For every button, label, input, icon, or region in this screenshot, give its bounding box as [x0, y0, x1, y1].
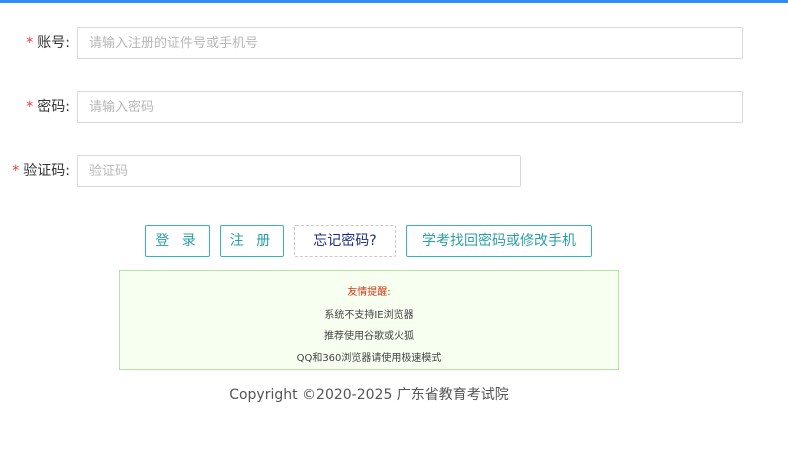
captcha-label-col: * 验证码:	[0, 155, 70, 187]
forgot-password-button[interactable]: 忘记密码?	[294, 225, 396, 257]
login-button[interactable]: 登 录	[145, 225, 210, 257]
password-label: * 密码:	[26, 91, 70, 123]
notice-line: QQ和360浏览器请使用极速模式	[296, 353, 442, 364]
account-input[interactable]	[77, 27, 743, 59]
notice-title: 友情提醒:	[347, 287, 391, 298]
password-input[interactable]	[77, 91, 743, 123]
password-row: * 密码:	[0, 91, 788, 123]
captcha-label-text: 验证码:	[23, 163, 70, 179]
account-label-text: 账号:	[37, 35, 70, 51]
captcha-row: * 验证码:	[0, 155, 788, 187]
password-label-text: 密码:	[37, 99, 70, 115]
account-label: * 账号:	[26, 27, 70, 59]
captcha-label: * 验证码:	[12, 155, 70, 187]
recover-password-button[interactable]: 学考找回密码或修改手机	[406, 225, 592, 257]
notice-line: 系统不支持IE浏览器	[324, 310, 414, 321]
account-row: * 账号:	[0, 27, 788, 59]
captcha-input[interactable]	[77, 155, 521, 187]
required-mark: *	[26, 35, 34, 51]
required-mark: *	[12, 163, 20, 179]
login-page: *账号: *密码: *验证码: 登 录 注 册 忘记密码? 学考找回密码或修改手…	[0, 0, 788, 461]
required-mark: *	[26, 99, 34, 115]
notice-box: 友情提醒: 系统不支持IE浏览器 推荐使用谷歌或火狐 QQ和360浏览器请使用极…	[119, 270, 619, 370]
register-button[interactable]: 注 册	[220, 225, 284, 257]
copyright-text: Copyright ©2020-2025 广东省教育考试院	[229, 387, 509, 403]
top-accent-bar	[0, 0, 788, 3]
notice-line: 推荐使用谷歌或火狐	[324, 331, 414, 342]
password-label-col: * 密码:	[0, 91, 70, 123]
account-label-col: * 账号:	[0, 27, 70, 59]
